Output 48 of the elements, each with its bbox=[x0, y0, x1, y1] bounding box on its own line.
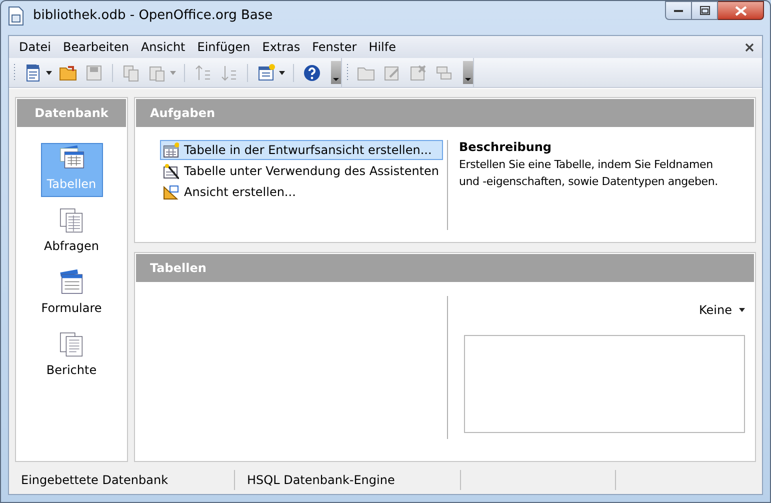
caret-icon bbox=[465, 78, 471, 81]
sort-ascending-icon bbox=[193, 62, 213, 82]
preview-dropdown[interactable]: Keine bbox=[699, 301, 745, 319]
panel-header: Aufgaben bbox=[136, 99, 754, 127]
caret-icon bbox=[46, 70, 52, 74]
panel-header: Datenbank bbox=[17, 99, 126, 127]
caret-icon bbox=[279, 70, 285, 74]
menu-item[interactable]: Datei bbox=[13, 38, 58, 56]
task-link[interactable]: Ansicht erstellen... bbox=[160, 182, 307, 202]
delete-icon bbox=[408, 62, 428, 82]
grip-icon[interactable] bbox=[346, 62, 349, 82]
task-link[interactable]: Tabelle in der Entwurfsansicht erstellen... bbox=[160, 140, 443, 160]
copy-icon bbox=[121, 62, 141, 82]
menu-item[interactable]: Hilfe bbox=[362, 38, 402, 56]
window-title: bibliothek.odb - OpenOffice.org Base bbox=[33, 7, 273, 26]
minimize-button[interactable] bbox=[665, 1, 692, 20]
menu-item[interactable]: Extras bbox=[256, 38, 306, 56]
caret-icon bbox=[739, 308, 745, 312]
description-title: Beschreibung bbox=[459, 139, 553, 156]
table-wand-icon bbox=[163, 163, 179, 179]
ruler-triangle-icon bbox=[163, 184, 179, 200]
caret-icon bbox=[333, 78, 339, 81]
close-icon bbox=[734, 6, 746, 16]
document-icon bbox=[7, 6, 25, 26]
description-text: Erstellen Sie eine Tabelle, indem Sie Feldnamen und -eigenschaften, sowie Datentypen angeben. bbox=[459, 157, 719, 190]
sidebar-item[interactable]: Formulare bbox=[40, 267, 102, 321]
maximize-icon bbox=[700, 6, 710, 15]
menu-item[interactable]: Ansicht bbox=[134, 38, 192, 56]
minimize-icon bbox=[674, 8, 684, 12]
toolbar-overflow-button[interactable] bbox=[331, 61, 341, 84]
help-icon bbox=[302, 62, 322, 82]
menu-item[interactable]: Bearbeiten bbox=[57, 38, 135, 56]
form-icon bbox=[256, 62, 276, 82]
task-link[interactable]: Tabelle unter Verwendung des Assistenten bbox=[160, 161, 450, 181]
close-button[interactable] bbox=[718, 1, 764, 20]
sidebar-item[interactable]: Berichte bbox=[40, 329, 102, 383]
menu-item[interactable]: Einfügen bbox=[191, 38, 256, 56]
close-icon[interactable] bbox=[745, 42, 754, 52]
table-design-icon bbox=[163, 142, 179, 158]
menu-item[interactable]: Fenster bbox=[306, 38, 363, 56]
grip-icon[interactable] bbox=[13, 62, 16, 82]
maximize-button[interactable] bbox=[692, 1, 718, 20]
status-text: Eingebettete Datenbank bbox=[21, 472, 168, 489]
sidebar-item[interactable]: Abfragen bbox=[40, 205, 102, 259]
caret-icon bbox=[170, 70, 176, 74]
status-text: HSQL Datenbank-Engine bbox=[247, 472, 395, 489]
panel-header: Tabellen bbox=[136, 254, 754, 282]
toolbar-overflow-button[interactable] bbox=[463, 61, 473, 84]
